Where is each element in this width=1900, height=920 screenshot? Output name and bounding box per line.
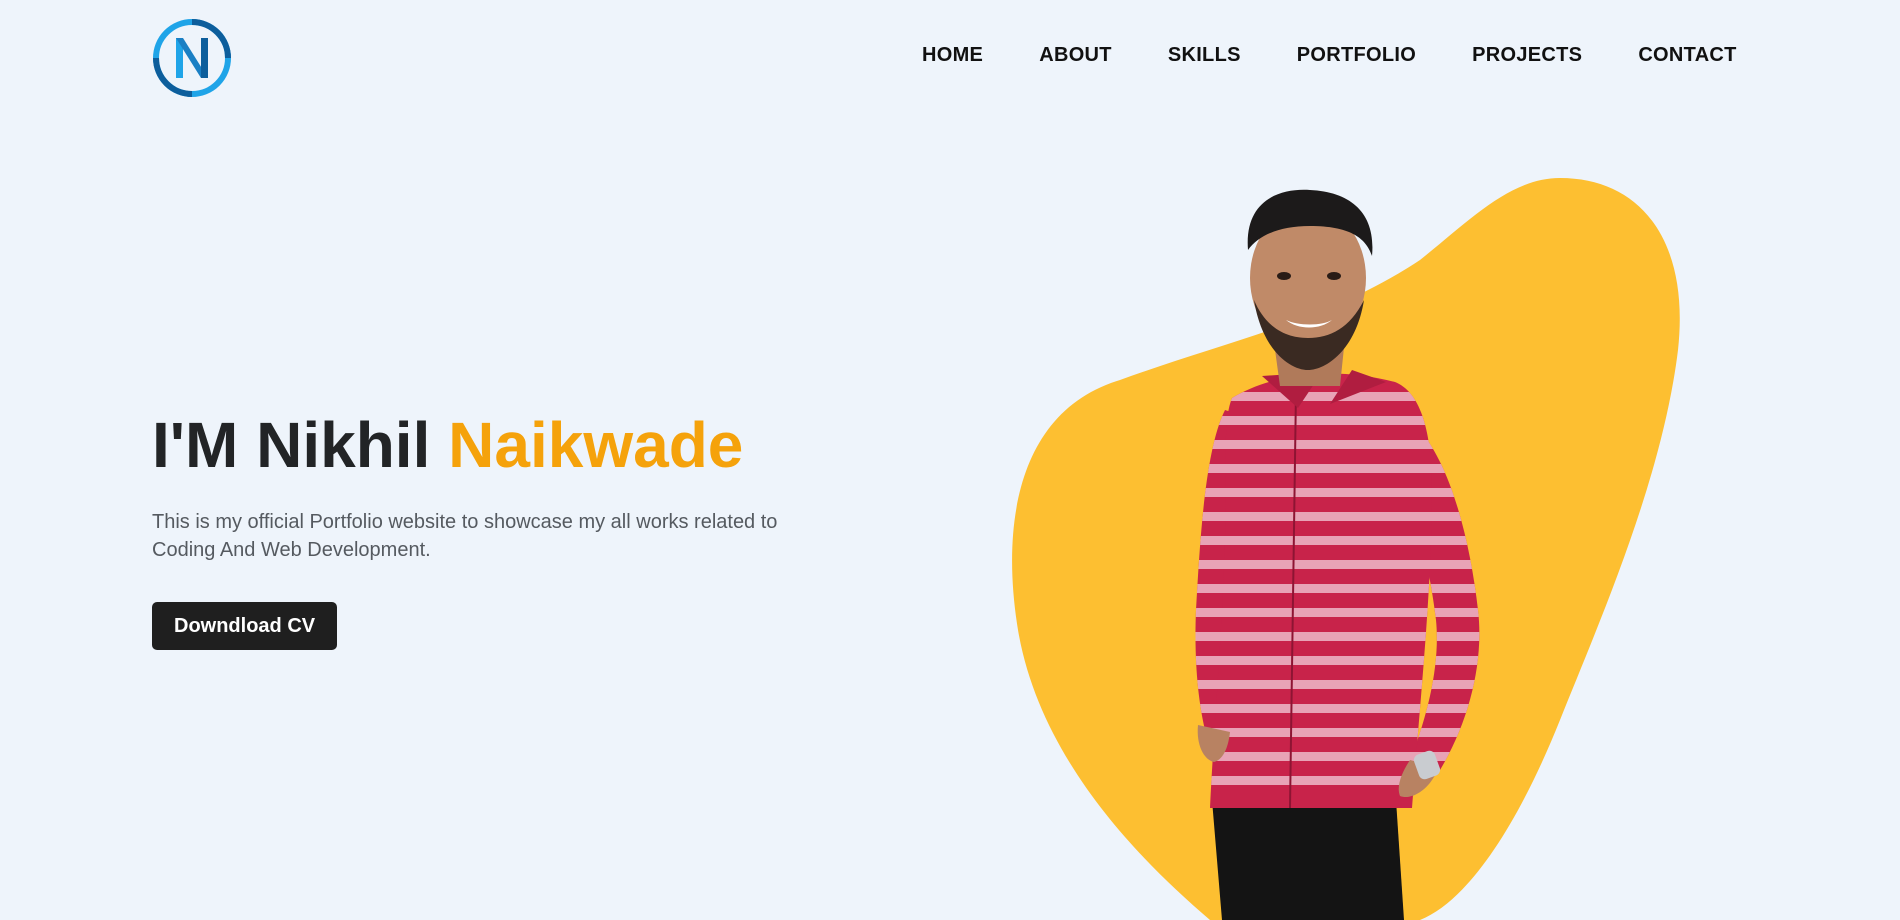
- portfolio-page: HOME ABOUT SKILLS PORTFOLIO PROJECTS CON…: [0, 0, 1900, 920]
- nav-home[interactable]: HOME: [922, 44, 983, 67]
- logo-icon[interactable]: [152, 18, 232, 98]
- hero-illustration: [1012, 178, 1680, 920]
- site-header: HOME ABOUT SKILLS PORTFOLIO PROJECTS CON…: [0, 0, 1900, 116]
- hero-title-prefix: I'M Nikhil: [152, 409, 431, 481]
- hero-title-highlight: Naikwade: [448, 409, 744, 481]
- download-cv-button[interactable]: Downdload CV: [152, 602, 338, 650]
- hero-title: I'M Nikhil Naikwade: [152, 408, 852, 482]
- hero-section: I'M Nikhil Naikwade This is my official …: [152, 408, 852, 650]
- nav-skills[interactable]: SKILLS: [1168, 44, 1241, 67]
- nav-about[interactable]: ABOUT: [1039, 44, 1112, 67]
- main-nav: HOME ABOUT SKILLS PORTFOLIO PROJECTS CON…: [922, 44, 1737, 67]
- nav-portfolio[interactable]: PORTFOLIO: [1297, 44, 1416, 67]
- nav-contact[interactable]: CONTACT: [1638, 44, 1736, 67]
- hero-description: This is my official Portfolio website to…: [152, 511, 778, 561]
- nav-projects[interactable]: PROJECTS: [1472, 44, 1582, 67]
